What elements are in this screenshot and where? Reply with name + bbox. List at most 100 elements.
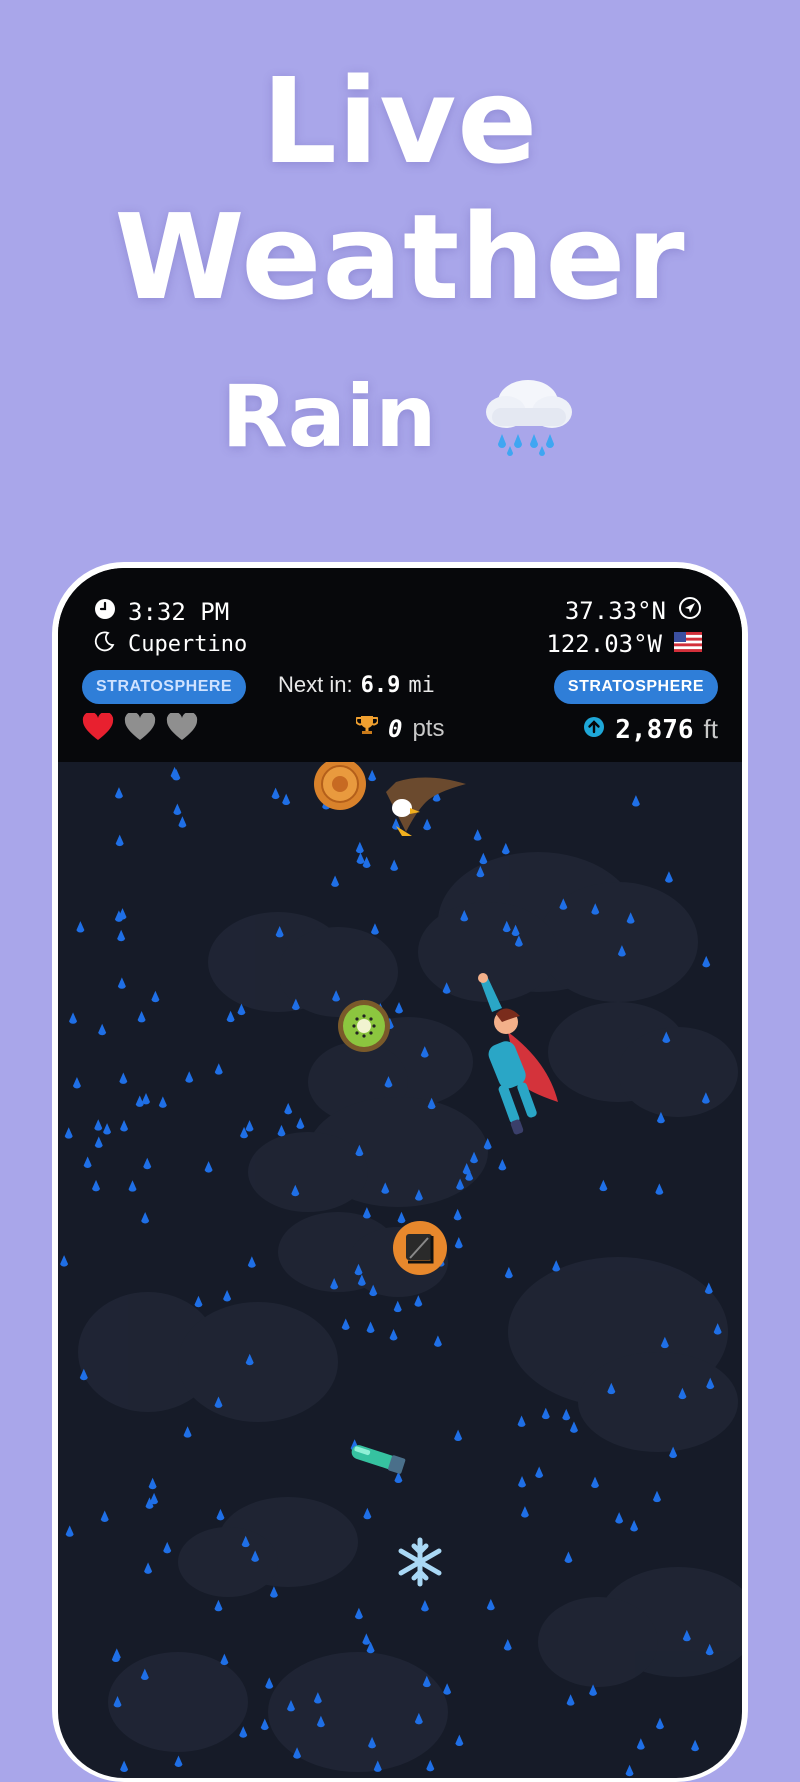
city-name: Cupertino <box>128 631 248 657</box>
game-screen[interactable]: 3:32 PM Cupertino 37.33°N 122.03°W STRAT… <box>58 568 742 1778</box>
longitude: 122.03°W <box>546 630 662 658</box>
raindrop <box>94 1136 103 1148</box>
raindrop <box>269 1586 278 1598</box>
raindrop <box>143 1157 152 1170</box>
raindrop <box>137 1010 146 1023</box>
raindrop <box>265 1677 274 1689</box>
raindrop <box>98 1023 107 1036</box>
raindrop <box>185 1071 194 1083</box>
layer-badge-right: STRATOSPHERE <box>553 670 718 704</box>
kiwi <box>338 1000 390 1052</box>
raindrop <box>220 1653 229 1666</box>
raindrop <box>655 1183 664 1195</box>
city-row: Cupertino <box>94 630 247 658</box>
headline-rain: Rain <box>0 368 800 477</box>
headline-live: Live <box>261 52 539 190</box>
raindrop <box>141 1212 150 1224</box>
superhero-player <box>478 973 558 1135</box>
lives <box>82 711 198 745</box>
raindrop <box>117 929 126 942</box>
moon-icon <box>94 630 116 658</box>
raindrop <box>397 1211 406 1224</box>
mooncake-top <box>314 762 366 810</box>
raindrop <box>163 1541 172 1554</box>
raindrop <box>454 1236 463 1249</box>
altitude-value: 2,876 <box>615 714 694 745</box>
raindrop <box>615 1512 624 1524</box>
raindrop <box>103 1123 112 1135</box>
raindrop <box>284 1102 293 1115</box>
raindrop <box>100 1510 109 1522</box>
raindrop <box>114 787 123 799</box>
raindrop <box>204 1161 213 1173</box>
raindrop <box>564 1551 573 1563</box>
raindrop <box>354 1607 363 1620</box>
layer-badge-left: STRATOSPHERE <box>82 670 247 704</box>
heart-icon <box>124 711 156 745</box>
next-distance: Next in: 6.9 mi <box>278 672 435 698</box>
raindrop <box>142 1092 151 1105</box>
raindrop <box>158 1096 167 1108</box>
raindrop <box>691 1739 700 1752</box>
raindrop <box>370 923 379 935</box>
raindrop <box>503 1639 512 1651</box>
raindrop <box>119 1072 128 1084</box>
raindrop <box>260 1718 269 1731</box>
heart-icon <box>166 711 198 745</box>
raindrop <box>454 1429 463 1442</box>
raindrop <box>517 1415 526 1427</box>
raindrop <box>65 1525 74 1537</box>
raindrop <box>486 1598 495 1611</box>
headline-rain-label: Rain <box>221 366 437 467</box>
raindrop <box>652 1490 661 1503</box>
longitude-row: 122.03°W <box>546 630 702 658</box>
heart-icon <box>82 711 114 745</box>
clock-icon <box>94 598 116 626</box>
game-playfield[interactable] <box>58 762 742 1778</box>
raindrop <box>636 1738 645 1750</box>
raindrop <box>426 1759 435 1772</box>
raindrop <box>363 1507 372 1520</box>
raindrop <box>504 1266 513 1279</box>
raindrop <box>331 875 340 887</box>
time-row: 3:32 PM <box>94 598 229 626</box>
next-unit: mi <box>408 672 435 698</box>
raindrop <box>239 1726 248 1738</box>
raindrop <box>541 1407 550 1420</box>
raindrop <box>501 842 510 855</box>
raindrop <box>69 1012 78 1024</box>
raindrop <box>226 1010 235 1023</box>
raindrop <box>214 1599 223 1612</box>
raindrop <box>173 803 182 815</box>
raindrop <box>630 1520 639 1532</box>
us-flag-icon <box>674 630 702 658</box>
raindrop <box>389 1329 398 1341</box>
raindrop <box>296 1117 305 1129</box>
raindrop <box>566 1694 575 1706</box>
raindrop <box>479 852 488 865</box>
raindrop <box>120 1120 129 1132</box>
raindrop <box>64 1127 73 1139</box>
raindrop <box>194 1295 203 1308</box>
raindrop <box>282 793 291 806</box>
raindrop <box>277 1124 286 1137</box>
game-hud: 3:32 PM Cupertino 37.33°N 122.03°W STRAT… <box>58 568 742 762</box>
rain-cloud-icon <box>478 368 578 477</box>
latitude-row: 37.33°N <box>565 596 702 626</box>
raindrop <box>174 1755 183 1767</box>
mooncake-cracked <box>393 1221 447 1275</box>
raindrop <box>433 1335 442 1347</box>
raindrop <box>655 1717 664 1730</box>
raindrop <box>414 1295 423 1307</box>
raindrop <box>631 795 640 807</box>
raindrop <box>423 818 432 831</box>
raindrop <box>178 816 187 828</box>
points-value: 0 <box>388 714 403 743</box>
trophy-icon <box>355 714 379 743</box>
points-unit: pts <box>412 714 445 742</box>
headline-weather: Weather <box>114 188 686 326</box>
raindrop <box>520 1506 529 1518</box>
test-tube <box>351 1445 406 1474</box>
raindrop <box>83 1156 92 1168</box>
raindrop <box>115 834 124 847</box>
